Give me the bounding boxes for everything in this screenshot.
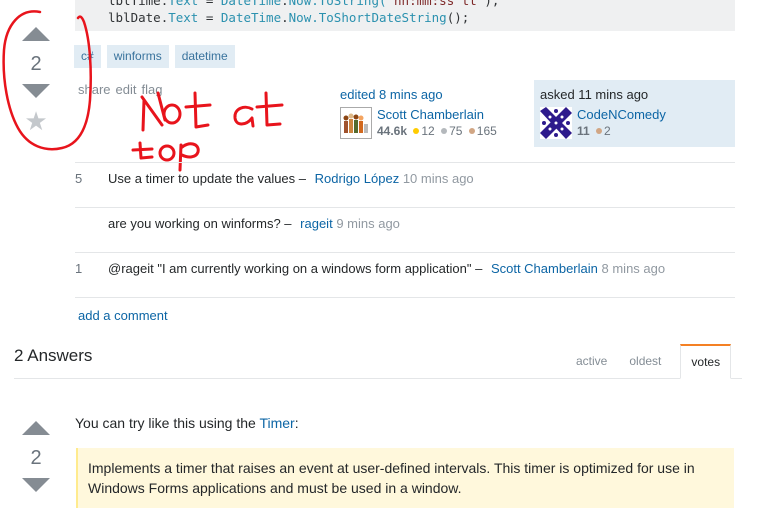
comment-date: 9 mins ago — [336, 216, 400, 231]
flag-link[interactable]: flag — [142, 82, 163, 97]
comment-score — [75, 216, 108, 252]
answer-intro: You can try like this using the Timer: — [75, 415, 299, 431]
code-line: lblTime.Text = DateTime.Now.ToString("hh… — [108, 0, 500, 8]
upvote-button[interactable] — [22, 27, 50, 41]
asker-avatar[interactable] — [540, 107, 572, 139]
comment-list: 5 Use a timer to update the values – Rod… — [75, 162, 735, 298]
share-link[interactable]: share — [78, 82, 111, 97]
comment-score: 5 — [75, 171, 83, 186]
tag-csharp[interactable]: c# — [74, 45, 101, 68]
asker-signature: asked 11 mins ago CodeNComedy 11 2 — [534, 80, 735, 147]
annotation-text — [131, 91, 284, 172]
comment-score: 1 — [75, 261, 83, 276]
post-menu: share edit flag — [78, 82, 167, 97]
editor-signature: edited 8 mins ago Scott Chamberlain 44.6… — [340, 87, 497, 139]
downvote-button[interactable] — [22, 478, 50, 492]
answer-vote-cell: 2 — [12, 421, 60, 492]
comment-date: 10 mins ago — [402, 171, 474, 186]
code-block: lblTime.Text = DateTime.Now.ToString("hh… — [75, 0, 735, 31]
bronze-badge-icon — [596, 128, 603, 135]
editor-name-link[interactable]: Scott Chamberlain — [377, 107, 497, 123]
comment-item: 1 @rageit "I am currently working on a w… — [75, 252, 735, 297]
vote-count: 2 — [30, 53, 42, 75]
tab-oldest[interactable]: oldest — [618, 344, 672, 379]
add-comment-link[interactable]: add a comment — [78, 308, 168, 323]
comment-user-link[interactable]: rageit — [300, 216, 333, 231]
vote-count: 2 — [30, 447, 42, 469]
question-vote-cell: 2 ★ — [12, 27, 60, 134]
tab-votes[interactable]: votes — [680, 344, 732, 379]
edit-link[interactable]: edit — [116, 82, 137, 97]
edited-time-link[interactable]: edited 8 mins ago — [340, 87, 497, 103]
favorite-star-icon[interactable]: ★ — [12, 108, 60, 134]
answer-blockquote: Implements a timer that raises an event … — [76, 448, 734, 508]
comment-text: @rageit "I am currently working on a win… — [108, 261, 483, 276]
silver-badge-icon — [441, 128, 448, 135]
tag-list: c# winforms datetime — [74, 45, 235, 68]
bronze-badge-icon — [468, 128, 475, 135]
comment-text: Use a timer to update the values – — [108, 171, 307, 186]
comment-user-link[interactable]: Scott Chamberlain — [491, 261, 598, 276]
editor-reputation: 44.6k 12 75 165 — [377, 124, 497, 138]
tab-active[interactable]: active — [565, 344, 618, 379]
upvote-button[interactable] — [22, 421, 50, 435]
comment-text: are you working on winforms? – — [108, 216, 292, 231]
gold-badge-icon — [413, 128, 420, 135]
comment-date: 8 mins ago — [601, 261, 666, 276]
answer-sort-tabs: active oldest votes — [565, 344, 732, 379]
asker-reputation: 11 2 — [577, 124, 611, 138]
asker-name-link[interactable]: CodeNComedy — [577, 107, 666, 123]
downvote-button[interactable] — [22, 84, 50, 98]
asked-time: asked 11 mins ago — [540, 87, 649, 102]
tag-datetime[interactable]: datetime — [174, 45, 235, 68]
comment-user-link[interactable]: Rodrigo López — [315, 171, 400, 186]
comment-item: are you working on winforms? – rageit 9 … — [75, 207, 735, 252]
tag-winforms[interactable]: winforms — [106, 45, 169, 68]
answers-count-heading: 2 Answers — [14, 346, 93, 365]
comment-item: 5 Use a timer to update the values – Rod… — [75, 162, 735, 207]
editor-avatar[interactable] — [340, 107, 372, 139]
comments-divider — [75, 297, 735, 298]
timer-link[interactable]: Timer — [259, 415, 294, 431]
code-line: lblDate.Text = DateTime.Now.ToShortDateS… — [108, 10, 470, 25]
